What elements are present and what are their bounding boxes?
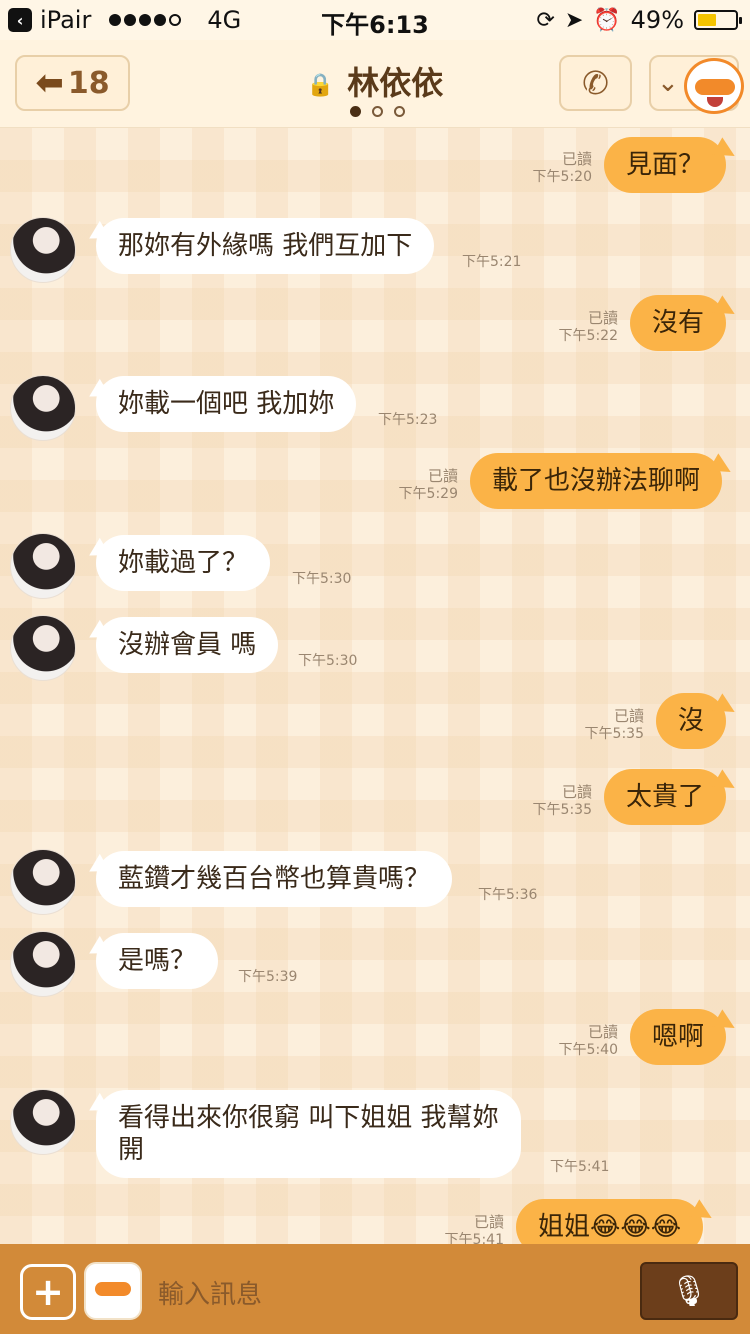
message-bubble-outgoing[interactable]: 姐姐😂😂😂 (516, 1199, 704, 1244)
plus-icon: + (32, 1270, 64, 1314)
message-text: 姐姐😂😂😂 (538, 1212, 682, 1242)
chat-area[interactable]: 已讀 下午5:20 見面？ 那妳有外緣嗎 我們互加下 下午5:21 已讀 下午5… (0, 128, 750, 1244)
read-status: 已讀 (473, 1213, 504, 1231)
lock-icon: 🔒 (306, 73, 335, 98)
message-input[interactable]: 輸入訊息 (158, 1274, 262, 1311)
battery-fill (698, 14, 716, 26)
message-time: 下午5:22 (558, 328, 618, 344)
message-time: 下午5:41 (444, 1232, 504, 1244)
mascot-icon (684, 58, 744, 114)
read-status: 已讀 (587, 309, 618, 327)
message-time: 下午5:35 (532, 802, 592, 818)
rotation-lock-icon: ⟳ (536, 7, 555, 33)
chat-title: 林依依 (347, 64, 444, 102)
contact-avatar[interactable] (10, 931, 76, 997)
microphone-icon: 🎙 (669, 1273, 709, 1309)
battery-percent: 49% (630, 6, 684, 34)
message-meta: 已讀 下午5:20 (500, 150, 592, 186)
read-status: 已讀 (613, 707, 644, 725)
message-time: 下午5:30 (298, 653, 358, 669)
read-status: 已讀 (587, 1023, 618, 1041)
contact-avatar[interactable] (10, 1089, 76, 1155)
phone-icon: ✆ (582, 64, 609, 102)
battery-icon (694, 10, 742, 30)
message-text: 藍鑽才幾百台幣也算貴嗎？ (118, 864, 431, 894)
message-bubble-incoming[interactable]: 沒辦會員 嗎 (96, 617, 279, 673)
message-bubble-outgoing[interactable]: 嗯啊 (630, 1009, 727, 1065)
message-text: 嗯啊 (652, 1022, 705, 1052)
message-text: 沒有 (652, 308, 705, 338)
status-right: ⟳ ➤ ⏰ 49% (536, 6, 742, 34)
message-bubble-incoming[interactable]: 看得出來你很窮 叫下姐姐 我幫妳 開 (96, 1090, 521, 1178)
message-bubble-incoming[interactable]: 妳載過了？ (96, 535, 271, 591)
message-bubble-incoming[interactable]: 妳載一個吧 我加妳 (96, 376, 357, 432)
message-text: 太貴了 (626, 782, 705, 812)
message-time: 下午5:40 (558, 1042, 618, 1058)
message-bubble-outgoing[interactable]: 見面？ (604, 137, 727, 193)
microphone-button[interactable]: 🎙 (640, 1262, 738, 1320)
message-text: 載了也沒辦法聊啊 (492, 466, 701, 496)
page-dot (394, 106, 405, 117)
message-bubble-outgoing[interactable]: 太貴了 (604, 769, 727, 825)
message-time: 下午5:39 (238, 969, 298, 985)
message-time: 下午5:41 (550, 1159, 610, 1175)
plus-button[interactable]: + (20, 1264, 76, 1320)
read-status: 已讀 (561, 150, 592, 168)
contact-avatar[interactable] (10, 217, 76, 283)
message-bubble-outgoing[interactable]: 載了也沒辦法聊啊 (470, 453, 723, 509)
message-text-line: 開 (118, 1135, 145, 1165)
status-bar: ‹ iPair 4G 下午6:13 ⟳ ➤ ⏰ 49% (0, 0, 750, 40)
message-bubble-outgoing[interactable]: 沒 (656, 693, 727, 749)
message-bubble-incoming[interactable]: 是嗎？ (96, 933, 219, 989)
message-meta: 已讀 下午5:35 (500, 783, 592, 819)
message-time: 下午5:21 (462, 254, 522, 270)
title-wrap: 🔒 林依依 (0, 58, 750, 104)
alarm-icon: ⏰ (593, 7, 621, 33)
sticker-button[interactable] (84, 1262, 142, 1320)
read-status: 已讀 (427, 467, 458, 485)
contact-avatar[interactable] (10, 615, 76, 681)
contact-avatar[interactable] (10, 849, 76, 915)
location-icon: ➤ (564, 7, 584, 33)
message-bubble-incoming[interactable]: 那妳有外緣嗎 我們互加下 (96, 218, 435, 274)
message-bubble-incoming[interactable]: 藍鑽才幾百台幣也算貴嗎？ (96, 851, 453, 907)
contact-avatar[interactable] (10, 533, 76, 599)
message-meta: 已讀 下午5:22 (526, 309, 618, 345)
message-text: 妳載過了？ (118, 548, 249, 578)
read-status: 已讀 (561, 783, 592, 801)
message-meta: 已讀 下午5:35 (552, 707, 644, 743)
message-time: 下午5:35 (584, 726, 644, 742)
contact-avatar[interactable] (10, 375, 76, 441)
message-time: 下午5:36 (478, 887, 538, 903)
message-text: 見面？ (626, 150, 705, 180)
page-dot-active (350, 106, 361, 117)
message-input-bar: + 輸入訊息 🎙 (0, 1244, 750, 1334)
page-dot (372, 106, 383, 117)
message-meta: 已讀 下午5:41 (412, 1213, 504, 1244)
message-text-line: 看得出來你很窮 叫下姐姐 我幫妳 (118, 1103, 499, 1133)
message-time: 下午5:23 (378, 412, 438, 428)
page-indicator (350, 106, 405, 117)
call-button[interactable]: ✆ (559, 55, 632, 111)
chevron-down-icon: ⌄ (657, 68, 679, 98)
message-text: 妳載一個吧 我加妳 (118, 389, 335, 419)
message-bubble-outgoing[interactable]: 沒有 (630, 295, 727, 351)
message-time: 下午5:29 (398, 486, 458, 502)
message-time: 下午5:20 (532, 169, 592, 185)
message-meta: 已讀 下午5:40 (526, 1023, 618, 1059)
message-text: 是嗎？ (118, 946, 197, 976)
message-meta: 已讀 下午5:29 (366, 467, 458, 503)
chat-header: ⬅ 18 🔒 林依依 ✆ ⌄ (0, 40, 750, 128)
message-text: 沒辦會員 嗎 (118, 630, 257, 660)
message-text: 那妳有外緣嗎 我們互加下 (118, 231, 413, 261)
message-text: 沒 (678, 706, 705, 736)
message-time: 下午5:30 (292, 571, 352, 587)
